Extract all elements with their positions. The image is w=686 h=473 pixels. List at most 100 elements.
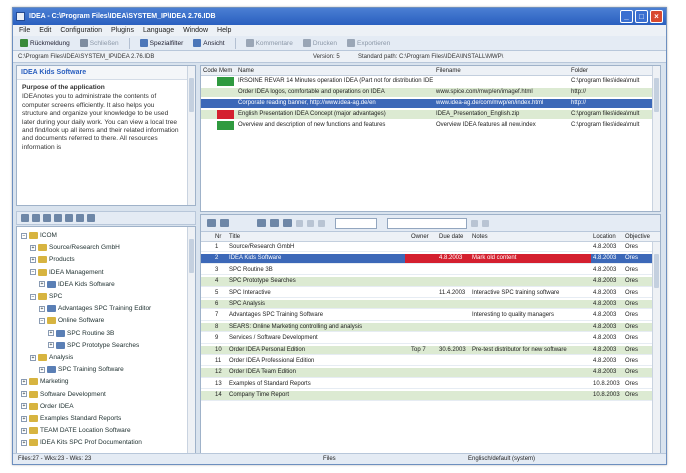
- table-row[interactable]: 14 Company Time Report 10.8.2003 Ores: [201, 391, 652, 401]
- toolbar-button-6[interactable]: Exportieren: [344, 37, 393, 49]
- close-button[interactable]: ×: [650, 10, 663, 23]
- menu-configuration[interactable]: Configuration: [60, 25, 102, 36]
- table-row[interactable]: 10 Order IDEA Personal Edition Top 7 30.6.2…: [201, 345, 652, 355]
- list-scrollbar[interactable]: [652, 66, 660, 211]
- toolbar-button-2[interactable]: Spezialfilter: [137, 37, 187, 49]
- tree-node[interactable]: + IDEA Kits SPC Prof Documentation: [21, 438, 142, 447]
- tree-node[interactable]: + Analysis: [30, 353, 73, 362]
- menu-file[interactable]: File: [19, 25, 30, 36]
- expand-icon[interactable]: +: [21, 378, 27, 385]
- col-objective[interactable]: Objective: [625, 232, 650, 242]
- table-row[interactable]: 3 SPC Routine 3B 4.8.2003 Ores: [201, 266, 652, 276]
- expand-icon[interactable]: +: [21, 427, 27, 434]
- toolbar-button-1[interactable]: Schließen: [77, 37, 122, 49]
- menu-help[interactable]: Help: [217, 25, 231, 36]
- menu-plugins[interactable]: Plugins: [111, 25, 134, 36]
- list-item[interactable]: Order IDEA logos, comfortable and operat…: [201, 88, 652, 97]
- forward-icon[interactable]: [482, 219, 489, 227]
- grid-up-icon[interactable]: [220, 219, 229, 227]
- expand-icon[interactable]: +: [21, 415, 27, 422]
- col-name[interactable]: Name: [238, 66, 254, 76]
- minimize-button[interactable]: _: [620, 10, 633, 23]
- tree-node[interactable]: + SPC Routine 3B: [48, 329, 114, 338]
- table-row[interactable]: 13 Examples of Standard Reports 10.8.2003 O…: [201, 380, 652, 390]
- table-row[interactable]: 9 Services / Software Development 4.8.2003…: [201, 334, 652, 344]
- table-row[interactable]: 7 Advantages SPC Training Software Interes…: [201, 311, 652, 321]
- col-mem[interactable]: Mem: [219, 66, 232, 76]
- tree-node[interactable]: + SPC Prototype Searches: [48, 341, 139, 350]
- expand-icon[interactable]: +: [30, 244, 36, 251]
- tree-down-icon[interactable]: [87, 214, 95, 222]
- tree-node[interactable]: + Source/Research GmbH: [30, 243, 120, 252]
- collapse-icon[interactable]: −: [21, 232, 27, 239]
- expand-icon[interactable]: +: [39, 366, 45, 373]
- toolbar-button-5[interactable]: Drucken: [300, 37, 340, 49]
- expand-icon[interactable]: +: [48, 342, 54, 349]
- list-item[interactable]: Overview and description of new function…: [201, 121, 652, 130]
- grid-filter-select[interactable]: [335, 217, 377, 229]
- tree-node[interactable]: + Order IDEA: [21, 402, 74, 411]
- tree-node[interactable]: + Marketing: [21, 377, 69, 386]
- col-due[interactable]: Due date: [439, 232, 463, 242]
- tree-paste-icon[interactable]: [43, 214, 51, 222]
- tree-node[interactable]: + Software Development: [21, 390, 106, 399]
- tree-up-icon[interactable]: [76, 214, 84, 222]
- tree-node[interactable]: − Online Software: [39, 316, 104, 325]
- sort-asc-icon[interactable]: [257, 219, 266, 227]
- table-row[interactable]: 8 SEARS: Online Marketing controlling and…: [201, 322, 652, 333]
- table-row[interactable]: 4 SPC Prototype Searches 4.8.2003 Ores: [201, 277, 652, 287]
- title-bar[interactable]: IDEA - C:\Program Files\IDEA\SYSTEM_IP\I…: [13, 8, 666, 25]
- find-icon[interactable]: [307, 219, 314, 227]
- tree-new-icon[interactable]: [54, 214, 62, 222]
- grid-scrollbar[interactable]: [652, 242, 660, 454]
- filter-icon[interactable]: [296, 219, 303, 227]
- tree-node[interactable]: + Examples Standard Reports: [21, 414, 121, 423]
- sort-desc-icon[interactable]: [270, 219, 279, 227]
- tree-delete-icon[interactable]: [65, 214, 73, 222]
- tree-node[interactable]: + TEAM DATE Location Software: [21, 426, 131, 435]
- tree-scrollbar[interactable]: [187, 227, 195, 454]
- table-row[interactable]: 1 Source/Research GmbH 4.8.2003 Ores: [201, 243, 652, 253]
- col-folder[interactable]: Folder: [571, 66, 588, 76]
- col-owner[interactable]: Owner: [411, 232, 429, 242]
- tree-copy-icon[interactable]: [32, 214, 40, 222]
- tree-node[interactable]: + SPC Training Software: [39, 365, 124, 374]
- table-row[interactable]: 6 SPC Analysis 4.8.2003 Ores: [201, 300, 652, 310]
- col-nr[interactable]: Nr: [215, 232, 221, 242]
- tree-node[interactable]: + IDEA Kids Software: [39, 280, 115, 289]
- expand-icon[interactable]: +: [48, 330, 54, 337]
- info-scrollbar[interactable]: [187, 66, 195, 205]
- scroll-thumb[interactable]: [654, 78, 659, 112]
- table-row[interactable]: 12 Order IDEA Team Edition 4.8.2003 Ores: [201, 368, 652, 378]
- list-item[interactable]: IRSOINE REVAR 14 Minutes operation IDEA …: [201, 77, 652, 86]
- list-item[interactable]: English Presentation IDEA Concept (major…: [201, 110, 652, 119]
- col-filename[interactable]: Filename: [436, 66, 461, 76]
- collapse-icon[interactable]: −: [30, 293, 36, 300]
- collapse-icon[interactable]: −: [30, 269, 36, 276]
- tree-node[interactable]: − IDEA Management: [30, 268, 104, 277]
- expand-icon[interactable]: +: [30, 354, 36, 361]
- sort-custom-icon[interactable]: [283, 219, 292, 227]
- tree-node[interactable]: + Products: [30, 255, 75, 264]
- scroll-thumb[interactable]: [189, 78, 194, 112]
- list-item[interactable]: Corporate reading banner, http://www.ide…: [201, 99, 652, 108]
- maximize-button[interactable]: □: [635, 10, 648, 23]
- toolbar-button-3[interactable]: Ansicht: [190, 37, 227, 49]
- expand-icon[interactable]: +: [21, 403, 27, 410]
- grid-new-icon[interactable]: [207, 219, 216, 227]
- toolbar-button-0[interactable]: Rückmeldung: [17, 37, 73, 49]
- menu-language[interactable]: Language: [143, 25, 174, 36]
- expand-icon[interactable]: +: [30, 256, 36, 263]
- tree-cut-icon[interactable]: [21, 214, 29, 222]
- back-icon[interactable]: [471, 219, 478, 227]
- table-row[interactable]: 2 IDEA Kids Software 4.8.2003 Mark old cont…: [201, 254, 652, 264]
- tree-node[interactable]: − ICOM: [21, 231, 57, 240]
- expand-icon[interactable]: +: [39, 281, 45, 288]
- tree-node[interactable]: + Advantages SPC Training Editor: [39, 304, 151, 313]
- expand-icon[interactable]: +: [21, 439, 27, 446]
- tree-node[interactable]: − SPC: [30, 292, 62, 301]
- col-code[interactable]: Code: [203, 66, 217, 76]
- col-location[interactable]: Location: [593, 232, 616, 242]
- collapse-icon[interactable]: −: [39, 317, 45, 324]
- scroll-thumb[interactable]: [189, 239, 194, 273]
